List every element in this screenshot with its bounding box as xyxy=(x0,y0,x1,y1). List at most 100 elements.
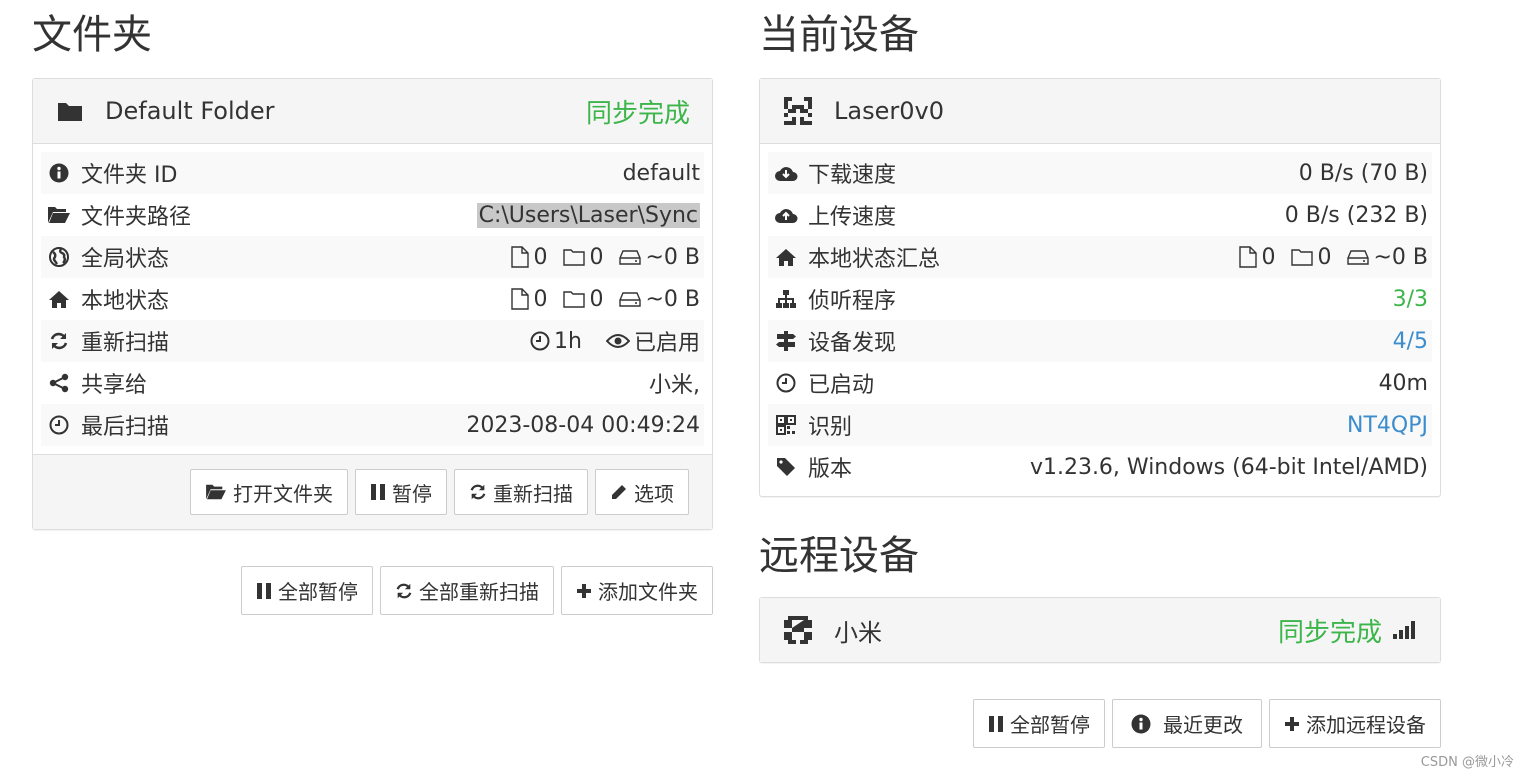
add-device-label: 添加远程设备 xyxy=(1306,713,1426,737)
folder-outline-icon xyxy=(1291,249,1314,266)
dir-count: 0 xyxy=(563,245,603,270)
uptime-row: 已启动 40m xyxy=(768,362,1432,404)
cloud-download-icon xyxy=(774,161,798,185)
row-label: 重新扫描 xyxy=(81,331,170,356)
pause-all-label: 全部暂停 xyxy=(278,580,358,604)
rescan-interval: 1h xyxy=(530,329,582,354)
plus-icon xyxy=(1285,716,1299,731)
hdd-icon xyxy=(619,292,642,307)
version-row: 版本 v1.23.6, Windows (64-bit Intel/AMD) xyxy=(768,446,1432,488)
remote-device-name: 小米 xyxy=(834,618,882,647)
tag-icon xyxy=(774,455,798,479)
this-device-name: Laser0v0 xyxy=(834,97,944,125)
file-count-value: 0 xyxy=(533,286,548,312)
hdd-icon xyxy=(619,250,642,265)
identification-wrap: NT4QPJ xyxy=(1347,413,1428,438)
add-folder-label: 添加文件夹 xyxy=(598,580,698,604)
refresh-icon xyxy=(47,329,71,353)
file-count: 0 xyxy=(511,287,547,312)
share-icon xyxy=(47,371,71,395)
remote-device-status: 同步完成 xyxy=(1277,617,1382,648)
folder-status: 同步完成 xyxy=(585,98,690,129)
folder-open-icon xyxy=(47,203,71,227)
watch-status-value: 已启用 xyxy=(633,331,700,356)
clock-icon xyxy=(774,371,798,395)
listeners-value[interactable]: 3/3 xyxy=(1393,287,1428,312)
rescan-all-button[interactable]: 全部重新扫描 xyxy=(380,566,554,615)
pause-all-devices-button[interactable]: 全部暂停 xyxy=(973,699,1105,748)
folder-name: Default Folder xyxy=(105,97,275,125)
download-rate-value: 0 B/s (70 B) xyxy=(1298,160,1428,186)
folder-outline-icon xyxy=(563,249,586,266)
row-label: 侦听程序 xyxy=(808,289,897,314)
globe-icon xyxy=(47,245,71,269)
folder-open-icon xyxy=(206,484,226,500)
identification-row: 识别 NT4QPJ xyxy=(768,404,1432,446)
last-scan-value: 2023-08-04 00:49:24 xyxy=(466,412,700,438)
options-button[interactable]: 选项 xyxy=(595,469,689,515)
watch-status: 已启用 xyxy=(605,325,700,357)
dir-count: 0 xyxy=(1291,245,1331,270)
file-icon xyxy=(511,288,530,310)
open-folder-button[interactable]: 打开文件夹 xyxy=(190,469,348,515)
file-icon xyxy=(1239,246,1258,268)
shared-with-value[interactable]: 小米, xyxy=(649,367,700,399)
row-label: 全局状态 xyxy=(81,247,170,272)
row-label: 本地状态 xyxy=(81,289,170,314)
pause-all-folders-button[interactable]: 全部暂停 xyxy=(241,566,373,615)
row-label: 已启动 xyxy=(808,373,875,398)
remote-device-panel: 小米 同步完成 xyxy=(759,597,1441,663)
remote-device-heading[interactable]: 小米 同步完成 xyxy=(760,598,1440,662)
rescan-label: 重新扫描 xyxy=(493,481,573,506)
this-device-section-title: 当前设备 xyxy=(759,12,919,58)
discovery-wrap: 4/5 xyxy=(1393,329,1428,354)
hdd-icon xyxy=(1347,250,1370,265)
folder-outline-icon xyxy=(563,291,586,308)
upload-rate-value: 0 B/s (232 B) xyxy=(1284,202,1428,228)
rescan-button[interactable]: 重新扫描 xyxy=(454,469,588,515)
folder-path-wrap: C:\Users\Laser\Sync xyxy=(476,202,700,228)
download-rate-row: 下载速度 0 B/s (70 B) xyxy=(768,152,1432,194)
clock-icon xyxy=(530,331,550,351)
recent-changes-label: 最近更改 xyxy=(1163,713,1243,737)
pause-button[interactable]: 暂停 xyxy=(355,469,447,515)
local-state-row: 本地状态 0 0 ~0 B xyxy=(41,278,704,320)
folder-icon xyxy=(57,100,83,122)
pause-icon xyxy=(257,582,271,599)
device-id-value[interactable]: NT4QPJ xyxy=(1347,413,1428,438)
local-summary-value: 0 0 ~0 B xyxy=(1229,245,1428,270)
size-value: ~0 B xyxy=(645,244,700,270)
pause-all-devices-label: 全部暂停 xyxy=(1010,713,1090,737)
pencil-icon xyxy=(612,485,626,499)
cloud-upload-icon xyxy=(774,203,798,227)
folder-panel: Default Folder 同步完成 文件夹 ID default 文件夹路径… xyxy=(32,78,713,530)
clock-icon xyxy=(47,413,71,437)
row-label: 下载速度 xyxy=(808,163,897,188)
pause-label: 暂停 xyxy=(392,481,432,506)
file-icon xyxy=(511,246,530,268)
signpost-icon xyxy=(774,329,798,353)
device-identicon-icon xyxy=(784,97,812,125)
rescan-all-label: 全部重新扫描 xyxy=(419,580,539,604)
folder-panel-heading[interactable]: Default Folder 同步完成 xyxy=(33,79,712,144)
row-label: 设备发现 xyxy=(808,331,897,356)
discovery-value[interactable]: 4/5 xyxy=(1393,329,1428,354)
row-label: 文件夹路径 xyxy=(81,205,192,230)
recent-changes-button[interactable]: 最近更改 xyxy=(1112,699,1262,748)
folder-id-value: default xyxy=(622,160,700,186)
upload-rate-row: 上传速度 0 B/s (232 B) xyxy=(768,194,1432,236)
home-icon xyxy=(774,245,798,269)
this-device-details: 下载速度 0 B/s (70 B) 上传速度 0 B/s (232 B) 本地状… xyxy=(760,144,1440,496)
pause-icon xyxy=(371,484,385,500)
add-remote-device-button[interactable]: 添加远程设备 xyxy=(1269,699,1441,748)
dir-count: 0 xyxy=(563,287,603,312)
size-total: ~0 B xyxy=(1347,245,1428,270)
this-device-heading[interactable]: Laser0v0 xyxy=(760,79,1440,144)
size-value: ~0 B xyxy=(1373,244,1428,270)
add-folder-button[interactable]: 添加文件夹 xyxy=(561,566,713,615)
row-label: 识别 xyxy=(808,415,853,440)
file-count: 0 xyxy=(1239,245,1275,270)
folder-path-row: 文件夹路径 C:\Users\Laser\Sync xyxy=(41,194,704,236)
global-state-value: 0 0 ~0 B xyxy=(501,245,700,270)
eye-icon xyxy=(605,334,630,348)
